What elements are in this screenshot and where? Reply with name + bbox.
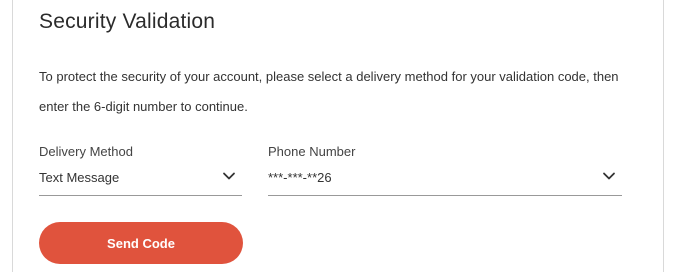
phone-number-value[interactable]: ***-***-**26 [268,170,332,185]
phone-number-label: Phone Number [268,144,356,159]
chevron-down-icon[interactable] [602,169,616,183]
delivery-method-value[interactable]: Text Message [39,170,119,185]
chevron-down-icon[interactable] [222,169,236,183]
delivery-method-label: Delivery Method [39,144,133,159]
instructions-text: To protect the security of your account,… [39,69,619,114]
phone-number-select[interactable]: Phone Number ***-***-**26 [268,144,622,196]
page-title: Security Validation [39,10,216,33]
delivery-method-select[interactable]: Delivery Method Text Message [39,144,242,196]
send-code-button[interactable]: Send Code [39,222,243,264]
security-validation-card: Security Validation To protect the secur… [12,0,664,272]
